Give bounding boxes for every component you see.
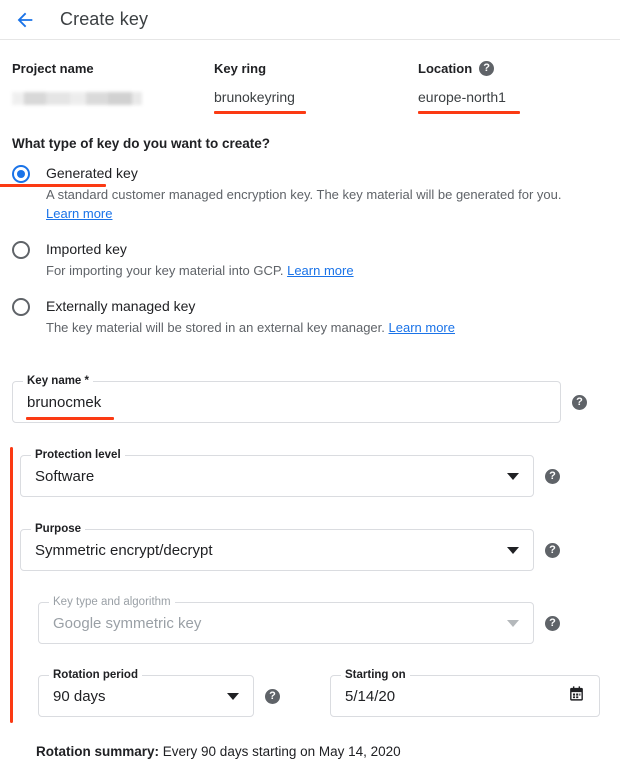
learn-more-link-generated[interactable]: Learn more <box>46 206 112 221</box>
radio-option-externally-managed-key[interactable]: Externally managed key The key material … <box>0 296 620 337</box>
help-icon[interactable]: ? <box>265 689 280 704</box>
calendar-icon[interactable] <box>568 685 585 707</box>
rotation-period-select[interactable]: Rotation period 90 days <box>38 675 254 717</box>
learn-more-link-external[interactable]: Learn more <box>389 320 455 335</box>
radio-label-imported-key: Imported key <box>46 239 127 259</box>
radio-option-generated-key[interactable]: Generated key A standard customer manage… <box>0 163 620 223</box>
location-label: Location ? <box>418 60 608 76</box>
key-name-label: Key name * <box>23 375 93 388</box>
radio-description-text-external: The key material will be stored in an ex… <box>46 320 385 335</box>
rotation-period-field-block: Rotation period 90 days ? <box>38 675 280 717</box>
meta-location: Location ? europe-north1 <box>418 60 608 110</box>
rotation-summary-label: Rotation summary: <box>36 744 159 759</box>
page-header: Create key <box>0 0 620 40</box>
annotation-underline-key-name <box>26 417 114 420</box>
starting-on-input[interactable]: Starting on 5/14/20 <box>330 675 600 717</box>
protection-level-value: Software <box>35 468 499 485</box>
resource-meta-row: Project name Key ring brunokeyring Locat… <box>0 40 620 110</box>
help-icon[interactable]: ? <box>479 61 494 76</box>
rotation-period-value: 90 days <box>53 688 219 705</box>
radio-button-imported-key[interactable] <box>12 241 30 259</box>
key-type-algorithm-select: Key type and algorithm Google symmetric … <box>38 602 534 644</box>
purpose-value: Symmetric encrypt/decrypt <box>35 542 499 559</box>
radio-button-generated-key[interactable] <box>12 165 30 183</box>
protection-level-field-block: Protection level Software ? <box>20 455 560 497</box>
radio-button-externally-managed-key[interactable] <box>12 298 30 316</box>
purpose-select[interactable]: Purpose Symmetric encrypt/decrypt <box>20 529 534 571</box>
radio-description-imported-key: For importing your key material into GCP… <box>46 261 354 280</box>
help-icon[interactable]: ? <box>545 543 560 558</box>
radio-description-text-imported: For importing your key material into GCP… <box>46 263 283 278</box>
chevron-down-icon[interactable] <box>507 547 519 554</box>
project-name-value-redacted <box>12 92 142 105</box>
starting-on-field-block: Starting on 5/14/20 <box>330 675 600 717</box>
annotation-underline-generated-key <box>0 184 106 187</box>
back-arrow-icon[interactable] <box>12 7 38 33</box>
radio-option-imported-key[interactable]: Imported key For importing your key mate… <box>0 239 620 280</box>
help-icon[interactable]: ? <box>545 469 560 484</box>
rotation-summary: Rotation summary: Every 90 days starting… <box>36 744 401 759</box>
chevron-down-icon[interactable] <box>507 473 519 480</box>
key-ring-label: Key ring <box>214 60 418 76</box>
radio-description-text-generated: A standard customer managed encryption k… <box>46 187 561 202</box>
chevron-down-icon[interactable] <box>227 693 239 700</box>
meta-project-name: Project name <box>12 60 214 110</box>
key-name-value[interactable]: brunocmek <box>27 394 546 411</box>
location-label-text: Location <box>418 61 472 76</box>
radio-description-generated-key: A standard customer managed encryption k… <box>46 185 561 223</box>
project-name-label: Project name <box>12 60 214 76</box>
starting-on-label: Starting on <box>341 669 410 682</box>
rotation-summary-text: Every 90 days starting on May 14, 2020 <box>159 744 401 759</box>
purpose-field-block: Purpose Symmetric encrypt/decrypt ? <box>20 529 560 571</box>
radio-label-generated-key: Generated key <box>46 163 138 183</box>
key-type-radio-group: Generated key A standard customer manage… <box>0 163 620 337</box>
key-type-algorithm-value: Google symmetric key <box>53 615 499 632</box>
key-type-algorithm-label: Key type and algorithm <box>49 596 175 609</box>
protection-level-select[interactable]: Protection level Software <box>20 455 534 497</box>
location-value: europe-north1 <box>418 89 506 105</box>
key-name-field-block: Key name * brunocmek ? <box>12 381 587 423</box>
page-title: Create key <box>60 9 148 30</box>
key-type-question: What type of key do you want to create? <box>12 136 620 151</box>
radio-description-externally-managed-key: The key material will be stored in an ex… <box>46 318 455 337</box>
meta-key-ring: Key ring brunokeyring <box>214 60 418 110</box>
annotation-underline-key-ring <box>214 111 306 114</box>
help-icon[interactable]: ? <box>572 395 587 410</box>
learn-more-link-imported[interactable]: Learn more <box>287 263 353 278</box>
protection-level-label: Protection level <box>31 449 125 462</box>
starting-on-value[interactable]: 5/14/20 <box>345 688 568 705</box>
annotation-underline-location <box>418 111 520 114</box>
key-type-algorithm-field-block: Key type and algorithm Google symmetric … <box>38 602 560 644</box>
purpose-label: Purpose <box>31 523 85 536</box>
rotation-period-label: Rotation period <box>49 669 142 682</box>
key-ring-value: brunokeyring <box>214 89 295 105</box>
annotation-vertical-bar <box>10 447 13 723</box>
help-icon[interactable]: ? <box>545 616 560 631</box>
radio-label-externally-managed-key: Externally managed key <box>46 296 195 316</box>
chevron-down-icon <box>507 620 519 627</box>
